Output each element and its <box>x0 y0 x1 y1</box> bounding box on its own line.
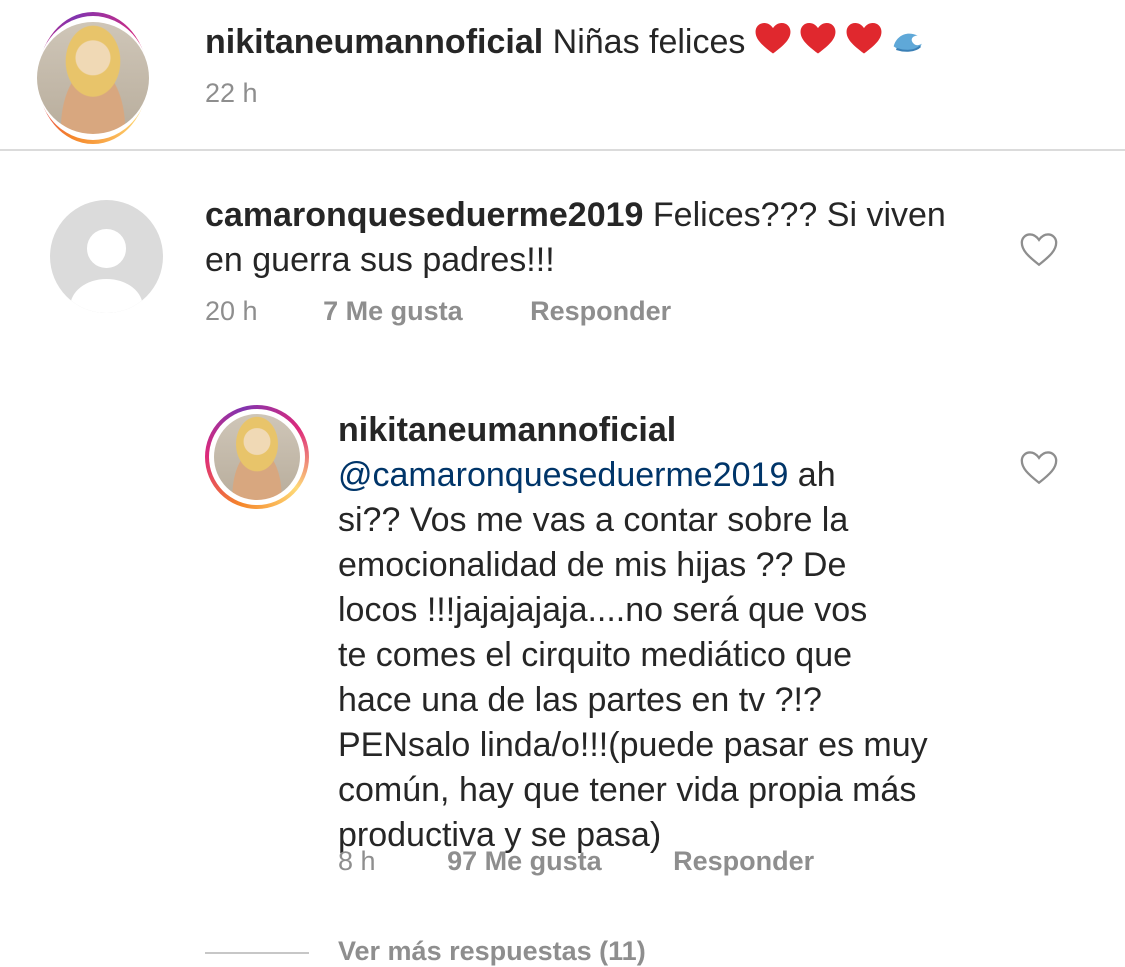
header-divider <box>0 149 1125 151</box>
comment-meta: 20 h 7 Me gusta Responder <box>205 296 671 327</box>
reply-username[interactable]: nikitaneumannoficial <box>338 408 978 453</box>
reply-reply-button[interactable]: Responder <box>673 846 814 876</box>
red-heart-icon <box>800 22 836 54</box>
reply-mention-link[interactable]: @camaronqueseduerme2019 <box>338 456 788 494</box>
more-replies-line <box>205 952 309 954</box>
reply-line: emocionalidad de mis hijas ?? De <box>338 546 847 584</box>
emoji-group <box>755 22 923 67</box>
post-caption: nikitaneumannoficial Niñas felices <box>205 20 923 67</box>
comment-time: 20 h <box>205 296 258 326</box>
post-avatar[interactable] <box>37 12 149 144</box>
reply-avatar[interactable] <box>205 405 309 509</box>
comment-likes-link[interactable]: 7 Me gusta <box>323 296 463 326</box>
reply-line: PENsalo linda/o!!!(puede pasar es muy <box>338 726 928 764</box>
reply-line: locos !!!jajajajaja....no será que vos <box>338 591 868 629</box>
reply-line: te comes el cirquito mediático que <box>338 636 853 674</box>
reply-time: 8 h <box>338 846 376 876</box>
reply-line-0: @camaronqueseduerme2019 ah <box>338 453 978 498</box>
comment-line-1: camaronqueseduerme2019 Felices??? Si viv… <box>205 193 985 238</box>
post-username[interactable]: nikitaneumannoficial <box>205 23 543 61</box>
comment-username[interactable]: camaronqueseduerme2019 <box>205 196 643 234</box>
caption-text: Niñas felices <box>552 23 746 61</box>
reply-text: nikitaneumannoficial @camaronqueseduerme… <box>338 408 978 858</box>
reply-avatar-inner <box>209 409 305 505</box>
comment-reply-button[interactable]: Responder <box>530 296 671 326</box>
heart-outline-icon[interactable] <box>1019 232 1059 268</box>
heart-outline-icon[interactable] <box>1019 450 1059 486</box>
reply-meta: 8 h 97 Me gusta Responder <box>338 846 814 877</box>
post-avatar-inner <box>37 16 149 140</box>
comment-body-2: en guerra sus padres!!! <box>205 241 555 279</box>
reply-likes-link[interactable]: 97 Me gusta <box>447 846 602 876</box>
red-heart-icon <box>755 22 791 54</box>
water-wave-icon <box>893 33 922 52</box>
avatar-body-shape <box>70 279 143 313</box>
reply-line-0-text: ah <box>788 456 836 494</box>
avatar-head-shape <box>87 229 126 268</box>
profile-photo <box>37 22 149 134</box>
reply-line: hace una de las partes en tv ?!? <box>338 681 822 719</box>
view-more-replies-link[interactable]: Ver más respuestas (11) <box>338 936 646 967</box>
comment-body-1: Felices??? Si viven <box>652 196 946 234</box>
post-time: 22 h <box>205 78 258 108</box>
red-heart-icon <box>846 22 882 54</box>
reply-line: común, hay que tener vida propia más <box>338 771 917 809</box>
default-profile-icon[interactable] <box>50 200 163 313</box>
reply-profile-photo <box>214 414 300 500</box>
comment-text: camaronqueseduerme2019 Felices??? Si viv… <box>205 193 985 283</box>
reply-line: si?? Vos me vas a contar sobre la <box>338 501 849 539</box>
